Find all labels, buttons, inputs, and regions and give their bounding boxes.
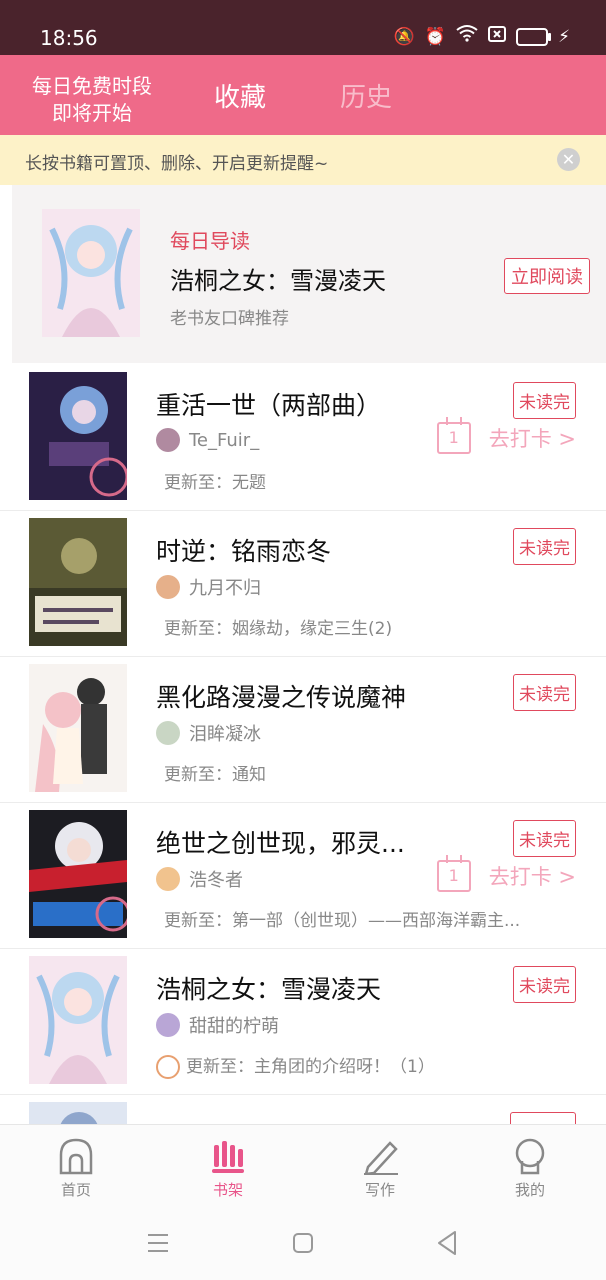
checkin-label: 去打卡 >: [488, 427, 576, 451]
book-cover-image: [29, 1102, 127, 1124]
author-avatar: [156, 428, 180, 452]
calendar-icon: 1: [436, 855, 471, 892]
book-update-text: 更新至：主角团的介绍呀！（1）: [186, 1057, 435, 1077]
book-author: 浩冬者: [156, 866, 243, 892]
author-name: 泪眸凝冰: [189, 724, 261, 745]
close-icon[interactable]: ✕: [557, 148, 580, 171]
mute-icon: 🔕: [393, 26, 415, 47]
profile-icon: [490, 1135, 570, 1175]
daily-guide-card[interactable]: 每日导读 浩桐之女：雪漫凌天 老书友口碑推荐 立即阅读: [12, 185, 606, 363]
tab-mine-label: 我的: [514, 1181, 545, 1199]
tab-home[interactable]: 首页: [36, 1135, 116, 1200]
book-row[interactable]: 浩桐之女：雪漫凌天 甜甜的柠萌 更新至：主角团的介绍呀！（1） 未读完: [0, 948, 606, 1095]
home-icon: [36, 1135, 116, 1175]
book-author: 甜甜的柠萌: [156, 1012, 279, 1038]
book-cover-image: [29, 956, 127, 1084]
book-row[interactable]: 重活一世（两部曲） Te_Fuir_ 更新至：无题 未读完 1 去打卡 >: [0, 364, 606, 511]
daily-guide-label: 每日导读: [170, 229, 250, 253]
author-avatar: [156, 1013, 180, 1037]
unread-badge: 未读完: [513, 820, 576, 857]
author-name: Te_Fuir_: [189, 429, 260, 451]
book-row[interactable]: 绝世之创世现，邪灵... 浩冬者 更新至：第一部（创世现）——西部海洋霸主...…: [0, 802, 606, 949]
charging-icon: ⚡: [558, 26, 570, 47]
bottom-tab-bar: 首页 书架 写作 我的: [0, 1124, 606, 1205]
tab-write[interactable]: 写作: [340, 1135, 420, 1200]
tab-bookshelf-label: 书架: [212, 1181, 243, 1199]
book-title: 黑化路漫漫之传说魔神: [156, 683, 407, 712]
book-update: 更新至：主角团的介绍呀！（1）: [156, 1052, 556, 1079]
status-icons: 🔕 ⏰ ⚡: [394, 24, 570, 49]
free-line-1: 每日免费时段: [32, 74, 152, 98]
unread-badge: 未读完: [513, 528, 576, 565]
wifi-icon: [456, 24, 478, 49]
book-cover-image: [29, 810, 127, 938]
featured-book-title: 浩桐之女：雪漫凌天: [170, 267, 386, 295]
book-update: 更新至：第一部（创世现）——西部海洋霸主...: [164, 911, 521, 931]
bookshelf-icon: [188, 1135, 268, 1175]
book-row[interactable]: 黑化路漫漫之传说魔神 泪眸凝冰 更新至：通知 未读完: [0, 656, 606, 803]
checkin-button[interactable]: 1 去打卡 >: [436, 417, 576, 454]
unread-badge: 未读完: [513, 966, 576, 1003]
author-avatar: [156, 721, 180, 745]
status-time: 18:56: [40, 26, 98, 50]
book-update: 更新至：通知: [164, 765, 266, 785]
book-cover-image: [29, 372, 127, 500]
unread-badge: [510, 1112, 576, 1124]
featured-subtitle: 老书友口碑推荐: [170, 309, 289, 329]
author-name: 浩冬者: [189, 870, 243, 891]
tab-bookshelf[interactable]: 书架: [188, 1135, 268, 1200]
tab-write-label: 写作: [364, 1181, 395, 1199]
book-row[interactable]: 时逆：铭雨恋冬 九月不归 更新至：姻缘劫，缘定三生(2) 未读完: [0, 510, 606, 657]
tab-favorites[interactable]: 收藏: [214, 77, 266, 114]
notice-text: 长按书籍可置顶、删除、开启更新提醒~: [25, 154, 329, 174]
author-avatar: [156, 575, 180, 599]
checkin-button[interactable]: 1 去打卡 >: [436, 855, 576, 892]
daily-free-period[interactable]: 每日免费时段 即将开始: [26, 73, 158, 127]
book-title: 绝世之创世现，邪灵...: [156, 829, 405, 858]
unread-badge: 未读完: [513, 674, 576, 711]
home-nav-icon[interactable]: [292, 1232, 314, 1254]
author-avatar: [156, 867, 180, 891]
author-name: 甜甜的柠萌: [189, 1016, 279, 1037]
system-nav-bar: [0, 1204, 606, 1280]
sim-icon: [488, 25, 507, 49]
book-author: 九月不归: [156, 574, 261, 600]
read-now-button[interactable]: 立即阅读: [504, 258, 590, 294]
free-line-2: 即将开始: [52, 101, 132, 125]
book-title: 浩桐之女：雪漫凌天: [156, 975, 382, 1004]
checkin-label: 去打卡 >: [488, 865, 576, 889]
tab-history[interactable]: 历史: [340, 77, 392, 114]
book-author: 泪眸凝冰: [156, 720, 261, 746]
book-title: 重活一世（两部曲）: [156, 391, 382, 420]
status-bar: 18:56 🔕 ⏰ ⚡: [0, 0, 606, 55]
back-icon[interactable]: [436, 1230, 458, 1256]
pencil-icon: [340, 1135, 420, 1175]
tab-home-label: 首页: [60, 1181, 91, 1199]
book-cover-image: [42, 209, 140, 337]
alarm-icon: ⏰: [424, 26, 447, 47]
calendar-icon: 1: [436, 417, 471, 454]
unread-badge: 未读完: [513, 382, 576, 419]
book-row-partial[interactable]: [0, 1094, 606, 1124]
author-name: 九月不归: [189, 578, 261, 599]
book-author: Te_Fuir_: [156, 428, 259, 452]
book-update: 更新至：姻缘劫，缘定三生(2): [164, 619, 393, 639]
book-cover-image: [29, 664, 127, 792]
menu-icon[interactable]: [146, 1232, 170, 1254]
battery-icon: [516, 27, 552, 46]
book-cover-image: [29, 518, 127, 646]
book-title: 时逆：铭雨恋冬: [156, 537, 332, 566]
clock-icon: [156, 1055, 180, 1079]
tab-mine[interactable]: 我的: [490, 1135, 570, 1200]
notice-banner: 长按书籍可置顶、删除、开启更新提醒~ ✕: [0, 135, 606, 185]
top-header: 每日免费时段 即将开始 收藏 历史: [0, 55, 606, 135]
book-update: 更新至：无题: [164, 473, 266, 493]
